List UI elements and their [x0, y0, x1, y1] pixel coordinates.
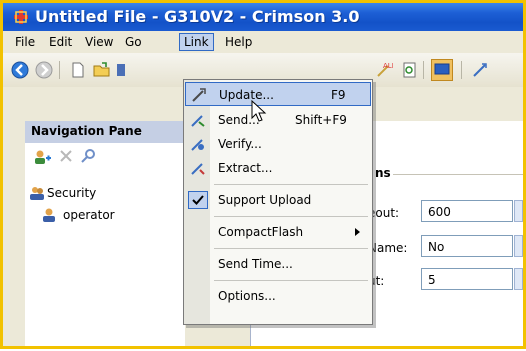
- menu-link[interactable]: Link: [179, 33, 214, 51]
- menu-view[interactable]: View: [81, 34, 117, 50]
- monitor-icon[interactable]: [431, 59, 453, 81]
- menu-item-label: Send Time...: [218, 257, 293, 271]
- delete-icon[interactable]: [59, 149, 73, 163]
- submenu-arrow-icon: [355, 228, 360, 236]
- link-menu: Update... F9 Send... Shift+F9 Verify... …: [183, 79, 373, 325]
- svg-text:ALL: ALL: [383, 62, 393, 70]
- menu-item-compactflash[interactable]: CompactFlash: [185, 220, 371, 244]
- send-icon: [191, 115, 205, 127]
- app-icon: [14, 10, 28, 24]
- menu-file[interactable]: File: [11, 34, 39, 50]
- menu-item-shortcut: F9: [331, 88, 346, 102]
- menu-separator: [214, 184, 368, 185]
- save-icon[interactable]: [117, 61, 125, 79]
- count-spinner[interactable]: [514, 268, 523, 290]
- verify-icon: [191, 139, 204, 151]
- name-field[interactable]: No: [421, 235, 513, 257]
- timeout-field[interactable]: 600: [421, 200, 513, 222]
- menu-help[interactable]: Help: [221, 34, 256, 50]
- group-title: ns: [375, 166, 391, 180]
- toolbar-separator: [59, 61, 60, 79]
- menu-item-update[interactable]: Update... F9: [185, 82, 371, 106]
- menu-edit[interactable]: Edit: [45, 34, 76, 50]
- toolbar-separator: [461, 61, 462, 79]
- app-window: Untitled File - G310V2 - Crimson 3.0 Fil…: [0, 0, 526, 349]
- update-icon: [192, 88, 206, 102]
- menu-separator: [214, 280, 368, 281]
- menu-item-label: Extract...: [218, 161, 273, 175]
- new-file-icon[interactable]: [69, 61, 87, 79]
- toolbar-separator: [423, 61, 424, 79]
- menu-item-send-time[interactable]: Send Time...: [185, 252, 371, 276]
- user-icon: [43, 208, 55, 222]
- count-field[interactable]: 5: [421, 268, 513, 290]
- back-icon[interactable]: [11, 61, 29, 79]
- tree-item-operator[interactable]: operator: [63, 208, 115, 222]
- menu-item-label: Options...: [218, 289, 276, 303]
- timeout-spinner[interactable]: [514, 200, 523, 222]
- title-bar[interactable]: Untitled File - G310V2 - Crimson 3.0: [3, 3, 523, 31]
- menu-item-shortcut: Shift+F9: [295, 113, 347, 127]
- menu-item-label: CompactFlash: [218, 225, 304, 239]
- navigation-pane-header: Navigation Pane: [25, 121, 185, 143]
- menu-item-label: Support Upload: [218, 193, 312, 207]
- navigation-pane-title: Navigation Pane: [31, 124, 142, 138]
- checkmark-icon: [192, 195, 204, 205]
- find-icon[interactable]: [401, 61, 419, 79]
- navigation-pane: Security operator: [25, 143, 185, 346]
- name-spinner[interactable]: [514, 235, 523, 257]
- field-label-name: Name:: [368, 241, 408, 255]
- menu-separator: [214, 216, 368, 217]
- tree-item-security[interactable]: Security: [47, 186, 96, 200]
- mouse-cursor-icon: [251, 100, 267, 122]
- extract-icon: [191, 163, 205, 175]
- open-folder-icon[interactable]: [93, 61, 111, 79]
- menu-item-verify[interactable]: Verify...: [185, 132, 371, 156]
- menu-item-label: Verify...: [218, 137, 262, 151]
- menu-go[interactable]: Go: [121, 34, 146, 50]
- menu-separator: [214, 248, 368, 249]
- window-title: Untitled File - G310V2 - Crimson 3.0: [35, 7, 360, 26]
- menu-item-send[interactable]: Send... Shift+F9: [185, 108, 371, 132]
- menu-bar: File Edit View Go Link Help: [3, 31, 523, 53]
- menu-item-options[interactable]: Options...: [185, 284, 371, 308]
- left-strip: [3, 87, 25, 346]
- group-divider: [393, 174, 523, 175]
- security-icon: [30, 187, 44, 200]
- probe-icon[interactable]: ALL: [375, 61, 393, 79]
- update-tool-icon[interactable]: [471, 61, 489, 79]
- menu-item-extract[interactable]: Extract...: [185, 156, 371, 180]
- forward-icon[interactable]: [35, 61, 53, 79]
- add-user-icon[interactable]: [33, 148, 51, 166]
- search-icon[interactable]: [81, 148, 97, 164]
- menu-item-support-upload[interactable]: Support Upload: [185, 188, 371, 212]
